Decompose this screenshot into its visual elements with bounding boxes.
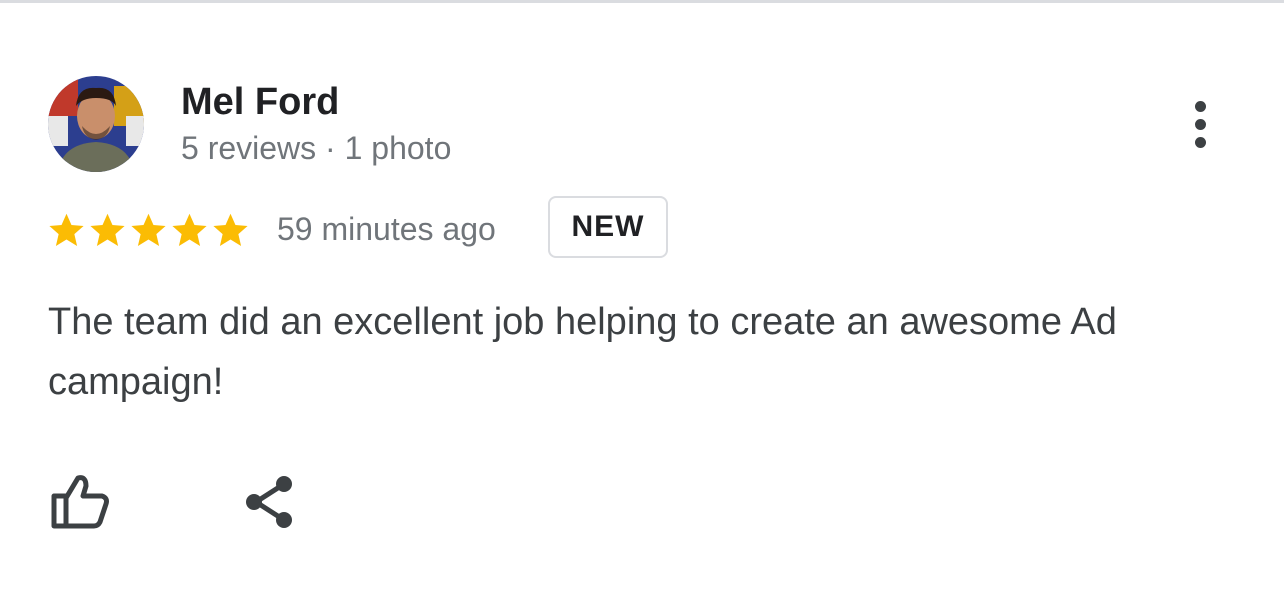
more-vertical-icon-dot — [1194, 136, 1206, 148]
more-vertical-icon — [1194, 100, 1206, 112]
reviewer-avatar[interactable] — [48, 76, 144, 172]
share-icon — [246, 476, 292, 528]
star-icon — [49, 213, 84, 246]
thumbs-up-icon — [51, 475, 109, 529]
reviewer-name[interactable]: Mel Ford — [181, 80, 339, 124]
new-badge: NEW — [548, 196, 668, 258]
star-icon — [172, 213, 207, 246]
review-text: The team did an excellent job helping to… — [48, 301, 1117, 403]
share-button[interactable] — [240, 472, 300, 532]
review-time: 59 minutes ago — [277, 211, 496, 247]
star-icon — [131, 213, 166, 246]
star-icon — [213, 213, 248, 246]
like-button[interactable] — [46, 470, 112, 532]
more-options-button[interactable] — [1176, 94, 1224, 154]
review-card: Mel Ford 5 reviews · 1 photo 59 minutes … — [0, 0, 1284, 595]
avatar-photo-icon — [48, 76, 144, 172]
reviewer-meta[interactable]: 5 reviews · 1 photo — [181, 128, 451, 168]
star-icon — [90, 213, 125, 246]
top-divider — [0, 0, 1284, 3]
more-vertical-icon-dot — [1194, 118, 1206, 130]
star-rating — [46, 208, 251, 252]
